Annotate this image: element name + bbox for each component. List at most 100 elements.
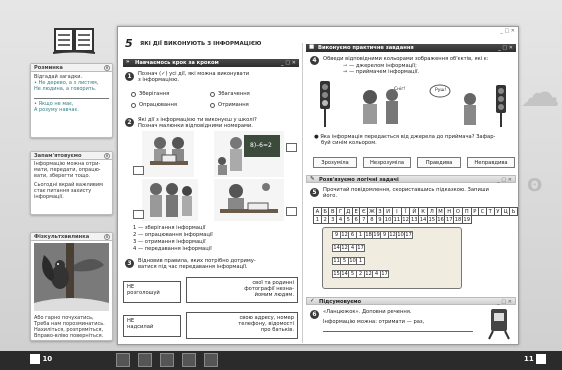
rule-card-left-2[interactable]: НЕ надсилай xyxy=(123,315,181,337)
alphabet-letter: Е xyxy=(351,207,361,216)
book-view-icon[interactable] xyxy=(116,353,130,367)
letter-code: 2 xyxy=(320,215,330,224)
option-true[interactable]: Правдива xyxy=(417,157,461,168)
section-title: Підсумовуємо xyxy=(319,299,362,305)
document-icon[interactable] xyxy=(204,353,218,367)
close-icon[interactable]: × xyxy=(104,65,110,71)
page-icon xyxy=(30,354,40,364)
legend-line: 2 — опрацювання інформації xyxy=(133,232,213,238)
close-icon[interactable]: × xyxy=(104,234,110,240)
book-logo-icon xyxy=(52,28,96,54)
picture-writing-notebook xyxy=(214,179,284,221)
riddle-text: А розуму навчає. xyxy=(34,106,79,113)
warmup-panel-header: Розминка × xyxy=(31,64,112,72)
checkbox[interactable] xyxy=(210,102,215,108)
answer-box[interactable] xyxy=(133,166,144,175)
answer-box[interactable] xyxy=(133,210,144,219)
option-enrichment[interactable]: Збагачення xyxy=(210,91,250,97)
alphabet-letter: О xyxy=(453,207,463,216)
legend-line: 3 — отримання інформації xyxy=(133,239,206,245)
background-decoration: ☁ xyxy=(520,70,560,116)
letter-code: 16 xyxy=(435,215,446,224)
legend-receiver: ⇝ — приймачем інформації. xyxy=(343,69,419,75)
card-text: розголошуй xyxy=(127,290,160,296)
left-page-indicator: 10 xyxy=(30,354,52,364)
task-number: 1 xyxy=(125,72,134,81)
letter-code: 11 xyxy=(391,215,402,224)
check-icon: ✓ xyxy=(310,298,315,304)
exercise-panel: Фізкультхвилинка × Або гарно почухатись, … xyxy=(30,232,113,341)
checkbox[interactable] xyxy=(210,91,215,97)
remember-panel: Запам'ятовуємо × Інформацію можна отри- м… xyxy=(30,151,113,215)
grid-icon[interactable] xyxy=(160,353,174,367)
window-controls[interactable]: _ □ ✕ xyxy=(497,177,512,183)
task-number: 3 xyxy=(125,259,134,268)
option-label: Збагачення xyxy=(218,91,250,97)
alphabet-letter: Г xyxy=(336,207,345,216)
letter-code: 9 xyxy=(375,215,385,224)
answer-line[interactable] xyxy=(34,94,109,99)
speech-bubble-text: Руш! xyxy=(435,88,447,93)
alphabet-letter: А xyxy=(313,207,322,216)
legend-text: — приймачем інформації. xyxy=(349,69,420,75)
window-controls[interactable]: _ □ ✕ xyxy=(498,45,513,51)
option-label: Отримання xyxy=(218,102,249,108)
alphabet-letter: И xyxy=(383,207,393,216)
section-bar-logic-tasks: ✎ Розв'язуємо логічні задачі _ □ ✕ xyxy=(306,175,516,183)
screen-icon[interactable] xyxy=(138,353,152,367)
letter-code: 1 xyxy=(313,215,322,224)
option-false[interactable]: Неправдива xyxy=(467,157,515,168)
alphabet-letter: К xyxy=(418,207,428,216)
section-title: Розв'язуємо логічні задачі xyxy=(319,177,399,183)
letter-code: 4 xyxy=(336,215,345,224)
letter-code: 14 xyxy=(418,215,428,224)
task-subquestion: ● Яка інформація передається від джерела… xyxy=(314,134,495,147)
task-number: 5 xyxy=(310,188,319,197)
option-receiving[interactable]: Отримання xyxy=(210,102,249,108)
task-text: Обведи відповідними кольорами зображення… xyxy=(323,56,489,62)
rule-card-right-2[interactable]: свою адресу, номер телефону, відомості про… xyxy=(186,312,298,339)
answer-box[interactable] xyxy=(286,143,297,152)
section-title: Виконуємо практичне завдання xyxy=(318,45,414,51)
answer-line[interactable] xyxy=(323,331,473,332)
checkbox[interactable] xyxy=(131,91,136,97)
alphabet-letter: З xyxy=(375,207,385,216)
code-cell: 17 xyxy=(356,244,365,252)
section-bar-step-by-step: » Навчаємось крок за кроком _ □ ✕ xyxy=(123,59,299,67)
task-text: Прочитай повідомлення, скориставшись під… xyxy=(323,187,489,200)
task-text: Відновив правила, яких потрібно дотриму-… xyxy=(138,258,256,271)
pencil-character-illustration xyxy=(488,309,510,340)
option-not-understandable[interactable]: Незрозуміла xyxy=(363,157,411,168)
image-icon[interactable] xyxy=(182,353,196,367)
task-line: ватися під час передавання інформації. xyxy=(138,264,248,271)
task-number: 4 xyxy=(310,56,319,65)
window-controls[interactable]: _ □ ✕ xyxy=(500,28,515,34)
rule-card-right-1[interactable]: свої та родинні фотографії незна-йомим лю… xyxy=(186,277,298,303)
letter-code: 12 xyxy=(400,215,411,224)
answer-box[interactable] xyxy=(286,207,297,216)
code-cell: 17 xyxy=(404,231,413,239)
alphabet-letter: Й xyxy=(409,207,420,216)
rule-card-left-1[interactable]: НЕ розголошуй xyxy=(123,281,181,303)
option-processing[interactable]: Опрацювання xyxy=(131,102,177,108)
close-icon[interactable]: × xyxy=(104,153,110,159)
page-number: 10 xyxy=(42,355,53,363)
alphabet-letter: Ь xyxy=(509,207,518,216)
svg-text:8)–6=2: 8)–6=2 xyxy=(250,142,272,149)
alphabet-letter: Б xyxy=(320,207,330,216)
option-storage[interactable]: Зберігання xyxy=(131,91,169,97)
letter-code: 7 xyxy=(359,215,369,224)
task-line: його. xyxy=(323,193,338,200)
task-text: «Ланцюжок». Доповни речення. xyxy=(323,309,412,315)
task-number: 2 xyxy=(125,118,134,127)
alphabet-letter: Ц xyxy=(501,207,511,216)
alphabet-letter: В xyxy=(328,207,338,216)
alphabet-code-table: АБВГДЕЄЖЗИІЇЙКЛМНОПРСТУЦЬ 1 2 3 4 5 6 7 8 9 10 11 1… xyxy=(313,207,518,224)
legend-line: 4 — передавання інформації xyxy=(133,246,212,252)
option-understandable[interactable]: Зрозуміла xyxy=(313,157,357,168)
checkbox[interactable] xyxy=(131,102,136,108)
alphabet-letter: М xyxy=(435,207,446,216)
window-controls[interactable]: _ □ ✕ xyxy=(281,60,296,66)
square-icon: ■ xyxy=(309,44,315,50)
task-line: буй синім кольором. xyxy=(321,140,377,147)
